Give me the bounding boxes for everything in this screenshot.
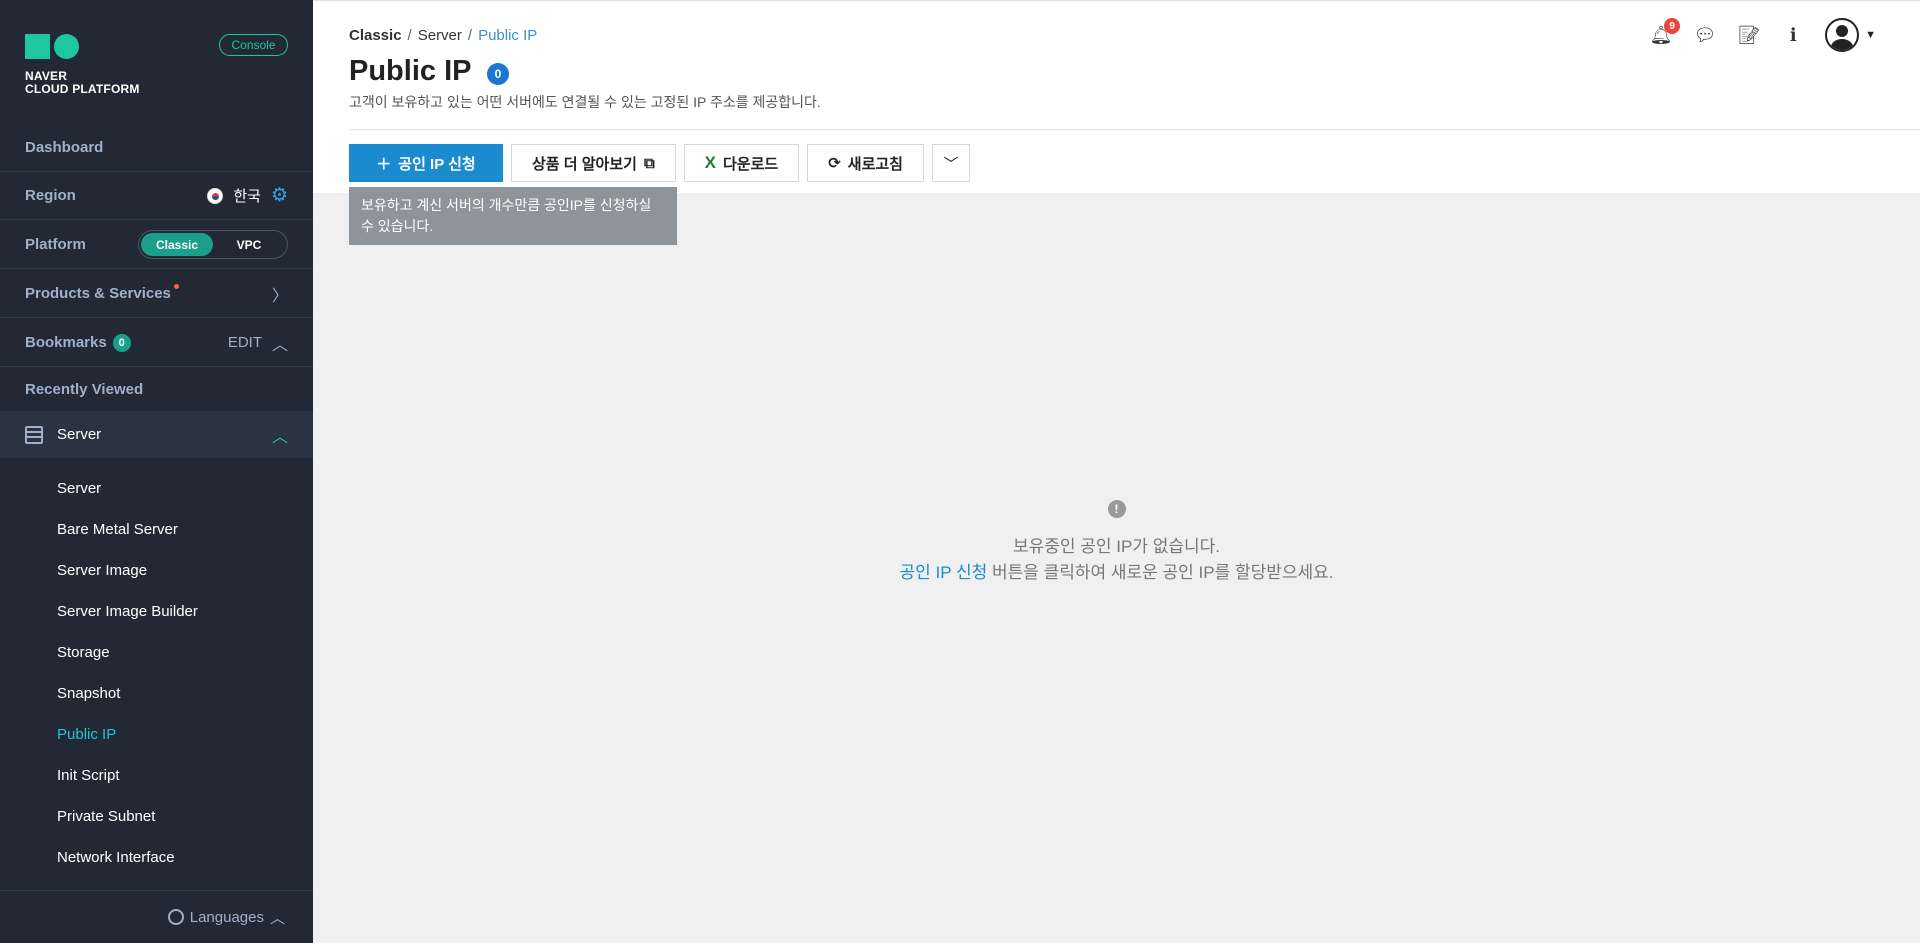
sub-item-private-subnet[interactable]: Private Subnet <box>0 796 313 837</box>
chat-icon[interactable]: 💬︎ <box>1693 23 1717 47</box>
info-book-icon[interactable]: ℹ︎ <box>1781 23 1805 47</box>
region-label: Region <box>25 187 76 204</box>
more-options-button[interactable]: ﹀ <box>931 144 970 182</box>
logo-text: NAVER CLOUD PLATFORM <box>25 70 140 96</box>
main-content: Classic / Server / Public IP Public IP 0… <box>313 0 1920 943</box>
sub-item-init-script[interactable]: Init Script <box>0 755 313 796</box>
gear-icon[interactable]: ⚙ <box>271 184 288 207</box>
page-title: Public IP <box>349 55 472 87</box>
globe-icon <box>167 909 184 925</box>
download-label: 다운로드 <box>723 155 779 173</box>
info-icon: ! <box>1107 500 1126 518</box>
sub-item-bare-metal-server[interactable]: Bare Metal Server <box>0 509 313 550</box>
page-description: 고객이 보유하고 있는 어떤 서버에도 연결될 수 있는 고정된 IP 주소를 … <box>349 94 821 110</box>
request-ip-tooltip: 보유하고 계신 서버의 개수만큼 공인IP를 신청하실 수 있습니다. <box>349 187 677 245</box>
chevron-up-icon[interactable]: ︿ <box>272 331 288 355</box>
sub-item-network-interface[interactable]: Network Interface <box>0 837 313 878</box>
ncp-logo[interactable]: NAVER CLOUD PLATFORM <box>25 34 140 96</box>
products-label: Products & Services <box>25 285 171 302</box>
refresh-icon: ⟳ <box>828 155 841 172</box>
sub-item-public-ip[interactable]: Public IP <box>0 714 313 755</box>
sub-item-server-image[interactable]: Server Image <box>0 550 313 591</box>
user-avatar[interactable] <box>1825 18 1860 52</box>
header-divider <box>349 129 1920 130</box>
sub-item-snapshot[interactable]: Snapshot <box>0 673 313 714</box>
nav-recently-viewed[interactable]: Recently Viewed <box>0 368 313 411</box>
empty-state-line2-text: 버튼을 클릭하여 새로운 공인 IP를 할당받으세요. <box>987 563 1334 582</box>
recently-viewed-label: Recently Viewed <box>25 381 144 398</box>
sub-item-server[interactable]: Server <box>0 468 313 509</box>
nav-dashboard[interactable]: Dashboard <box>0 124 313 172</box>
bookmarks-count-badge: 0 <box>112 333 131 352</box>
top-right-icons: 🔔︎ 9 💬︎ 📝︎ ℹ︎ ▼ <box>1649 18 1876 52</box>
refresh-button[interactable]: ⟳ 새로고침 <box>807 144 924 182</box>
breadcrumb-server[interactable]: Server <box>418 27 462 44</box>
nav-region: Region 한국 ⚙ <box>0 172 313 220</box>
empty-state-line1: 보유중인 공인 IP가 없습니다. <box>1013 537 1220 556</box>
server-icon <box>25 425 43 444</box>
breadcrumb: Classic / Server / Public IP <box>349 27 538 44</box>
platform-label: Platform <box>25 236 86 253</box>
notification-bell-icon[interactable]: 🔔︎ 9 <box>1649 18 1681 47</box>
platform-toggle[interactable]: Classic VPC <box>138 230 288 259</box>
external-link-icon: ⧉ <box>643 154 655 172</box>
languages-button[interactable]: Languages ︿ <box>0 890 313 943</box>
nav-platform: Platform Classic VPC <box>0 221 313 269</box>
server-sub-menu: Server Bare Metal Server Server Image Se… <box>0 468 313 878</box>
caret-down-icon[interactable]: ▼ <box>1865 29 1876 41</box>
sidebar: NAVER CLOUD PLATFORM Console Dashboard R… <box>0 0 313 943</box>
chevron-up-icon: ︿ <box>271 428 288 446</box>
plus-icon: ＋ <box>376 155 392 173</box>
nav-server-group[interactable]: Server ︿ <box>0 411 313 458</box>
chevron-right-icon: 〉 <box>271 287 288 305</box>
languages-label: Languages <box>189 908 264 926</box>
chevron-up-icon: ︿ <box>269 909 285 927</box>
sub-item-storage[interactable]: Storage <box>0 632 313 673</box>
nav-bookmarks[interactable]: Bookmarks 0 EDIT ︿ <box>0 319 313 367</box>
empty-state-line2: 공인 IP 신청 버튼을 클릭하여 새로운 공인 IP를 할당받으세요. <box>313 560 1920 586</box>
refresh-label: 새로고침 <box>847 155 903 173</box>
bookmarks-label: Bookmarks <box>25 334 107 351</box>
toolbar: ＋ 공인 IP 신청 상품 더 알아보기 ⧉ X 다운로드 ⟳ 새로고침 ﹀ <box>349 144 970 182</box>
logo-mark <box>25 34 81 59</box>
platform-option-classic[interactable]: Classic <box>141 233 213 256</box>
request-public-ip-label: 공인 IP 신청 <box>398 155 476 173</box>
learn-more-button[interactable]: 상품 더 알아보기 ⧉ <box>511 144 676 182</box>
region-value[interactable]: 한국 <box>233 185 261 206</box>
chevron-down-icon: ﹀ <box>943 155 959 173</box>
page-header: Classic / Server / Public IP Public IP 0… <box>313 0 1920 193</box>
download-button[interactable]: X 다운로드 <box>683 144 800 182</box>
console-badge[interactable]: Console <box>219 34 288 56</box>
empty-state: ! 보유중인 공인 IP가 없습니다. 공인 IP 신청 버튼을 클릭하여 새로… <box>313 500 1920 586</box>
bookmarks-edit-button[interactable]: EDIT <box>228 334 262 351</box>
request-public-ip-button[interactable]: ＋ 공인 IP 신청 <box>349 144 503 182</box>
empty-state-request-link[interactable]: 공인 IP 신청 <box>899 563 987 582</box>
platform-option-vpc[interactable]: VPC <box>213 233 285 256</box>
logo-text-line2: CLOUD PLATFORM <box>25 82 140 96</box>
learn-more-label: 상품 더 알아보기 <box>532 155 637 173</box>
server-group-label: Server <box>57 426 102 443</box>
new-dot-icon <box>173 284 179 289</box>
nav-products-services[interactable]: Products & Services 〉 <box>0 270 313 318</box>
korea-flag-icon <box>207 187 224 204</box>
breadcrumb-public-ip[interactable]: Public IP <box>478 27 537 44</box>
notification-count-badge: 9 <box>1664 18 1681 34</box>
memo-icon[interactable]: 📝︎ <box>1737 23 1761 47</box>
excel-icon: X <box>704 153 716 172</box>
breadcrumb-classic[interactable]: Classic <box>349 27 402 44</box>
title-count-badge: 0 <box>487 63 509 85</box>
sub-item-server-image-builder[interactable]: Server Image Builder <box>0 591 313 632</box>
nav-dashboard-label: Dashboard <box>25 139 104 156</box>
